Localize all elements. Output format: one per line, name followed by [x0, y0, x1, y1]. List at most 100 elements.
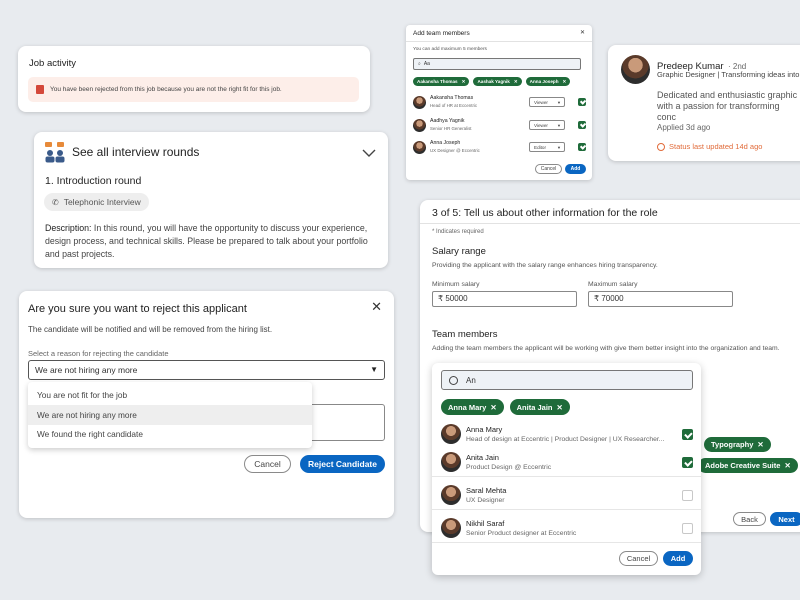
avatar	[413, 96, 426, 109]
member-role: Head of HR at Eccentric	[430, 103, 478, 108]
remove-icon[interactable]: ✕	[514, 79, 518, 85]
team-member-dropdown: An Anna Mary ✕ Anita Jain ✕ Anna Mary Head…	[432, 363, 701, 575]
reason-dropdown: You are not fit for the job We are not h…	[28, 382, 312, 448]
divider	[406, 41, 592, 42]
caret-down-icon: ▼	[557, 123, 561, 128]
reason-label: Select a reason for rejecting the candid…	[28, 349, 169, 358]
remove-icon[interactable]: ✕	[490, 403, 496, 412]
team-add-button[interactable]: Add	[663, 551, 693, 566]
chevron-down-icon[interactable]	[362, 145, 376, 157]
add-team-cancel-button[interactable]: Cancel	[535, 164, 562, 174]
max-salary-input[interactable]: ₹ 70000	[588, 291, 733, 307]
profile-headline: Graphic Designer | Transforming ideas in…	[657, 70, 800, 79]
permission-select[interactable]: Viewer ▼	[529, 97, 565, 107]
member-checkbox[interactable]	[578, 143, 586, 151]
pill-label: Aashak Yagnik	[477, 79, 510, 84]
member-pill[interactable]: Aakansha Thomas ✕	[413, 77, 470, 86]
status-text: Status last updated 14d ago	[669, 142, 763, 151]
team-cancel-button[interactable]: Cancel	[619, 551, 658, 566]
interview-title: See all interview rounds	[72, 145, 200, 159]
permission-value: Viewer	[534, 123, 548, 128]
interview-icon	[44, 141, 66, 163]
remove-icon[interactable]: ✕	[757, 440, 763, 449]
member-checkbox[interactable]	[682, 457, 693, 468]
member-role: Product Design @ Eccentric	[466, 464, 552, 471]
remove-icon[interactable]: ✕	[784, 461, 790, 470]
member-checkbox[interactable]	[578, 121, 586, 129]
reason-selected-value: We are not hiring any more	[35, 365, 138, 375]
min-salary-input[interactable]: ₹ 50000	[432, 291, 577, 307]
member-role: UX Designer @ Eccentric	[430, 148, 480, 153]
member-checkbox[interactable]	[578, 98, 586, 106]
table-row[interactable]: Saral Mehta UX Designer	[432, 482, 701, 510]
reason-option[interactable]: You are not fit for the job	[28, 386, 312, 405]
salary-heading: Salary range	[432, 246, 486, 257]
table-row[interactable]: Anita Jain Product Design @ Eccentric	[432, 449, 701, 477]
skill-pill[interactable]: Typography ✕	[704, 437, 771, 452]
reject-subtitle: The candidate will be notified and will …	[28, 325, 273, 334]
add-team-close-icon[interactable]: ✕	[580, 29, 585, 36]
profile-card: Predeep Kumar · 2nd Graphic Designer | T…	[608, 45, 800, 161]
reason-option[interactable]: We found the right candidate	[28, 425, 312, 444]
min-salary-label: Minimum salary	[432, 281, 480, 288]
skill-pill[interactable]: Adobe Creative Suite ✕	[698, 458, 798, 473]
status-row: Status last updated 14d ago	[657, 142, 762, 151]
avatar	[441, 485, 461, 505]
add-team-title: Add team members	[413, 30, 470, 37]
add-team-hint: You can add maximum 5 members	[413, 47, 487, 52]
permission-value: Editor	[534, 145, 547, 150]
member-role: Senior HR Generalist	[430, 126, 472, 131]
skill-pill-label: Adobe Creative Suite	[705, 461, 781, 470]
reason-option-selected[interactable]: We are not hiring any more	[28, 405, 312, 425]
alert-icon	[36, 85, 44, 94]
round-title: 1. Introduction round	[45, 175, 142, 187]
list-item: Aadhya Yagnik Senior HR Generalist Viewe…	[413, 117, 586, 137]
team-search-value: An	[466, 375, 476, 385]
member-role: Senior Product designer at Eccentric	[466, 530, 577, 537]
add-team-add-button[interactable]: Add	[565, 164, 586, 174]
profile-avatar	[621, 55, 650, 84]
permission-select[interactable]: Viewer ▼	[529, 120, 565, 130]
back-button[interactable]: Back	[733, 512, 766, 526]
avatar	[441, 424, 461, 444]
desc-text: In this round, you will have the opportu…	[45, 223, 368, 259]
list-item: Anna Joseph UX Designer @ Eccentric Edit…	[413, 139, 586, 159]
remove-icon[interactable]: ✕	[556, 403, 562, 412]
add-team-search-input[interactable]: ⌕ Aa	[413, 58, 581, 70]
member-pill[interactable]: Anna Joseph ✕	[525, 77, 571, 86]
add-team-search-value: Aa	[423, 61, 430, 67]
table-row[interactable]: Anna Mary Head of design at Eccentric | …	[432, 421, 701, 449]
chip-label: Telephonic Interview	[63, 197, 141, 207]
member-checkbox[interactable]	[682, 523, 693, 534]
member-name: Anna Joseph	[430, 140, 461, 146]
profile-bio: Dedicated and enthusiastic graphic with …	[657, 90, 798, 122]
permission-select[interactable]: Editor ▼	[529, 142, 565, 152]
table-row[interactable]: Nikhil Saraf Senior Product designer at …	[432, 515, 701, 543]
member-checkbox[interactable]	[682, 490, 693, 501]
member-pill[interactable]: Anita Jain ✕	[509, 399, 570, 415]
remove-icon[interactable]: ✕	[462, 79, 466, 85]
caret-down-icon: ▼	[557, 100, 561, 105]
close-icon[interactable]: ✕	[371, 299, 382, 315]
member-name: Aadhya Yagnik	[430, 118, 465, 124]
team-search-input[interactable]: An	[441, 370, 693, 390]
search-icon: ⌕	[418, 61, 421, 67]
currency-symbol: ₹	[594, 294, 600, 303]
reject-confirm-button[interactable]: Reject Candidate	[300, 455, 385, 473]
reason-select[interactable]: We are not hiring any more ▼	[28, 360, 385, 380]
pill-label: Aakansha Thomas	[417, 79, 458, 84]
caret-down-icon: ▼	[557, 145, 561, 150]
reject-title: Are you sure you want to reject this app…	[28, 303, 247, 315]
member-name: Aakansha Thomas	[430, 95, 474, 101]
reject-cancel-button[interactable]: Cancel	[244, 455, 291, 473]
search-icon	[449, 375, 458, 385]
remove-icon[interactable]: ✕	[563, 79, 567, 85]
currency-symbol: ₹	[438, 294, 444, 303]
member-pill[interactable]: Anna Mary ✕	[441, 399, 504, 415]
member-checkbox[interactable]	[682, 429, 693, 440]
member-pill[interactable]: Aashak Yagnik ✕	[473, 77, 522, 86]
member-role: Head of design at Eccentric | Product De…	[466, 436, 665, 443]
add-team-pills: Aakansha Thomas ✕ Aashak Yagnik ✕ Anna Jos…	[413, 77, 571, 86]
caret-down-icon: ▼	[370, 365, 378, 374]
next-button[interactable]: Next	[770, 512, 800, 526]
